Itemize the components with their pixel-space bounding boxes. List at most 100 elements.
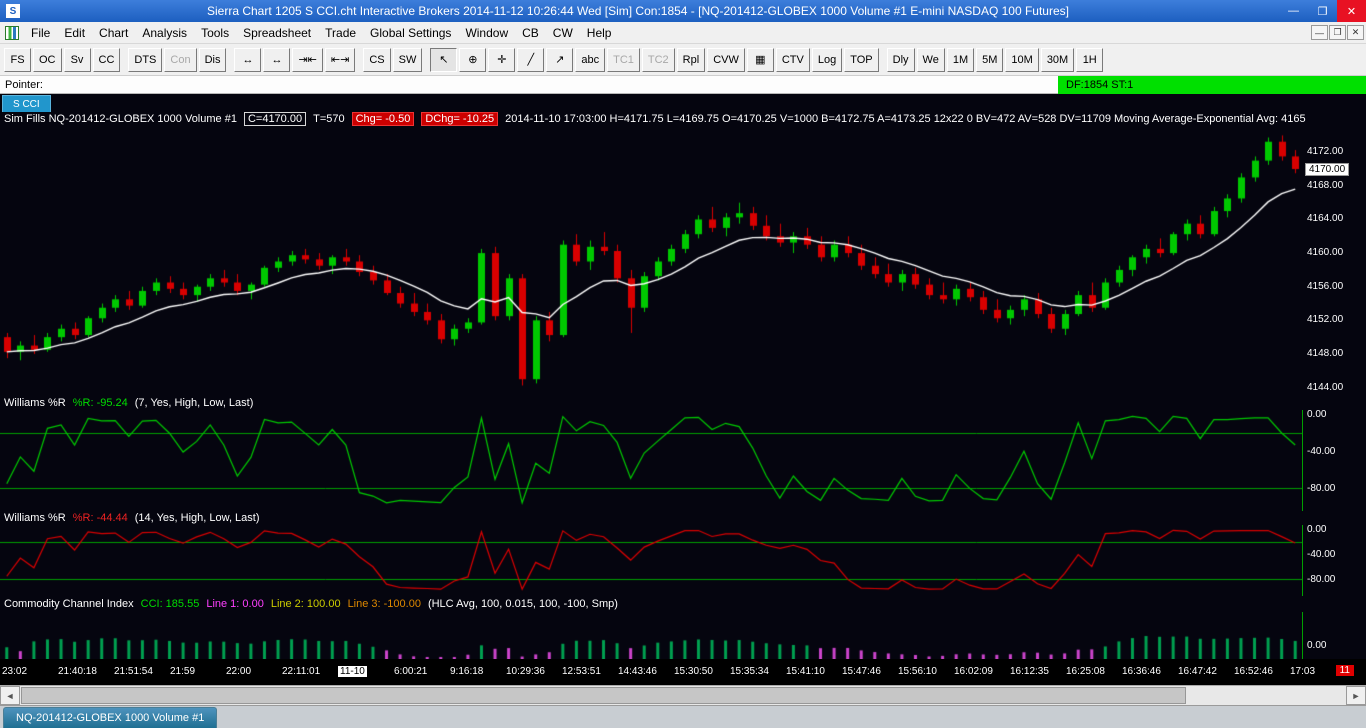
5m-button[interactable]: 5M: [976, 47, 1004, 72]
time-axis-label: 21:40:18: [58, 666, 97, 677]
mdi-restore-button[interactable]: ❐: [1329, 25, 1346, 40]
time-axis-label: 6:00:21: [394, 666, 428, 677]
hscale-expand-icon[interactable]: ↔: [234, 47, 262, 72]
mdi-minimize-button[interactable]: —: [1311, 25, 1328, 40]
mdi-close-button[interactable]: ✕: [1347, 25, 1364, 40]
williams-r1-canvas[interactable]: [0, 410, 1303, 511]
cc-button[interactable]: CC: [92, 47, 121, 72]
cci-header: Commodity Channel Index CCI: 185.55 Line 1…: [4, 598, 625, 610]
header-segment: Line 2: 100.00: [270, 598, 341, 610]
wr-axis-label: -40.00: [1307, 549, 1336, 561]
menu-edit[interactable]: Edit: [57, 22, 92, 44]
toolbar: FS OC Sv CC DTS Con Dis ↔ ↔ ⇥⇤ ⇤⇥ CS SW ↖ ⊕ ✛ ╱ ↗ abc TC1 TC…: [0, 44, 1366, 76]
menu-global-settings[interactable]: Global Settings: [363, 22, 458, 44]
1h-button[interactable]: 1H: [1076, 47, 1104, 72]
menu-file[interactable]: File: [24, 22, 57, 44]
rpl-button[interactable]: Rpl: [676, 47, 706, 72]
menu-window[interactable]: Window: [458, 22, 515, 44]
text-tool-button[interactable]: abc: [575, 47, 606, 72]
oc-button[interactable]: OC: [33, 47, 62, 72]
tc1-button: TC1: [607, 47, 640, 72]
williams-r2-canvas[interactable]: [0, 525, 1303, 596]
mdi-window-buttons: — ❐ ✕: [1310, 25, 1364, 40]
we-button[interactable]: We: [916, 47, 945, 72]
dis-button[interactable]: Dis: [198, 47, 227, 72]
cs-button[interactable]: CS: [363, 47, 391, 72]
fs-button[interactable]: FS: [4, 47, 31, 72]
time-axis-label: 16:02:09: [954, 666, 993, 677]
menu-help[interactable]: Help: [580, 22, 619, 44]
title-bar: S Sierra Chart 1205 S CCI.cht Interactiv…: [0, 0, 1366, 22]
price-chart-canvas[interactable]: [0, 127, 1302, 396]
time-axis-label: 15:35:34: [730, 666, 769, 677]
close-button[interactable]: ✕: [1337, 0, 1366, 22]
header-segment: Commodity Channel Index: [4, 598, 134, 610]
menu-chart[interactable]: Chart: [92, 22, 135, 44]
dly-button[interactable]: Dly: [886, 47, 915, 72]
header-segment: (7, Yes, High, Low, Last): [134, 397, 254, 409]
dts-button[interactable]: DTS: [128, 47, 163, 72]
time-axis-label: 21:59: [170, 666, 196, 677]
time-axis-label: 16:47:42: [1178, 666, 1217, 677]
cross-lines-tool[interactable]: ✛: [488, 47, 516, 72]
chart-document-icon: [5, 25, 19, 40]
time-axis-label: 22:11:01: [282, 666, 321, 677]
price-axis-label: 4160.00: [1307, 247, 1344, 259]
30m-button[interactable]: 30M: [1040, 47, 1075, 72]
menu-spreadsheet[interactable]: Spreadsheet: [236, 22, 318, 44]
cvw-button[interactable]: CVW: [707, 47, 745, 72]
bar-space-compress-icon[interactable]: ⇥⇤: [292, 47, 323, 72]
time-axis-label: 15:47:46: [842, 666, 881, 677]
pointer-label: Pointer:: [5, 78, 43, 91]
header-segment: (14, Yes, High, Low, Last): [134, 512, 260, 524]
hscale-expand-alt-icon[interactable]: ↔: [263, 47, 291, 72]
crosshair-tool[interactable]: ⊕: [459, 47, 487, 72]
menu-tools[interactable]: Tools: [194, 22, 236, 44]
trade-window-grid-icon[interactable]: ▦: [746, 47, 774, 72]
scrollbar-thumb[interactable]: [21, 687, 1186, 704]
williams-r1-header: Williams %R %R: -95.24 (7, Yes, High, Low,…: [4, 397, 260, 409]
price-axis-label: 4168.00: [1307, 179, 1344, 191]
scroll-right-button[interactable]: ►: [1346, 686, 1366, 705]
con-button: Con: [164, 47, 197, 72]
scroll-left-button[interactable]: ◄: [0, 686, 20, 705]
menu-analysis[interactable]: Analysis: [135, 22, 194, 44]
cci-canvas[interactable]: [0, 612, 1303, 659]
price-panel-header: Sim Fills NQ-201412-GLOBEX 1000 Volume #…: [4, 112, 1313, 126]
header-segment: CCI: 185.55: [140, 598, 200, 610]
top-button[interactable]: TOP: [844, 47, 879, 72]
restore-button[interactable]: ❐: [1308, 0, 1337, 22]
tab-nq-201412[interactable]: NQ-201412-GLOBEX 1000 Volume #1: [3, 707, 218, 728]
horizontal-scrollbar: ◄ ►: [0, 685, 1366, 705]
chartbook-tab-row: S CCI: [0, 94, 1366, 112]
bar-space-expand-icon[interactable]: ⇤⇥: [324, 47, 356, 72]
1m-button[interactable]: 1M: [946, 47, 975, 72]
time-axis-label: 22:00: [226, 666, 252, 677]
header-segment: %R: -95.24: [72, 397, 128, 409]
chart-region: Sim Fills NQ-201412-GLOBEX 1000 Volume #…: [0, 112, 1366, 685]
time-axis: 11 23:02 21:40:18 21:51:54 21:59 22:00 22:11:…: [0, 659, 1366, 685]
menu-cb[interactable]: CB: [515, 22, 546, 44]
ctv-button[interactable]: CTV: [775, 47, 810, 72]
price-axis-label: 4144.00: [1307, 381, 1344, 393]
tab-s-cci[interactable]: S CCI: [2, 95, 51, 112]
log-button[interactable]: Log: [811, 47, 843, 72]
10m-button[interactable]: 10M: [1005, 47, 1039, 72]
sw-button[interactable]: SW: [392, 47, 423, 72]
minimize-button[interactable]: —: [1279, 0, 1308, 22]
pointer-tool[interactable]: ↖: [430, 47, 458, 72]
wr-axis-label: -40.00: [1307, 446, 1336, 458]
ray-tool[interactable]: ↗: [546, 47, 574, 72]
menu-items: File Edit Chart Analysis Tools Spreadsheet Tra…: [24, 22, 618, 44]
header-segment: C=4170.00: [243, 112, 307, 126]
sv-button[interactable]: Sv: [63, 47, 91, 72]
line-tool[interactable]: ╱: [517, 47, 545, 72]
sierra-chart-window: S Sierra Chart 1205 S CCI.cht Interactiv…: [0, 0, 1366, 728]
time-axis-label: 21:51:54: [114, 666, 153, 677]
menu-cw[interactable]: CW: [546, 22, 580, 44]
time-axis-label: 23:02: [2, 666, 28, 677]
time-axis-label: 16:12:35: [1010, 666, 1049, 677]
wr-axis-label: 0.00: [1307, 409, 1327, 420]
time-axis-label: 10:29:36: [506, 666, 545, 677]
menu-trade[interactable]: Trade: [318, 22, 363, 44]
